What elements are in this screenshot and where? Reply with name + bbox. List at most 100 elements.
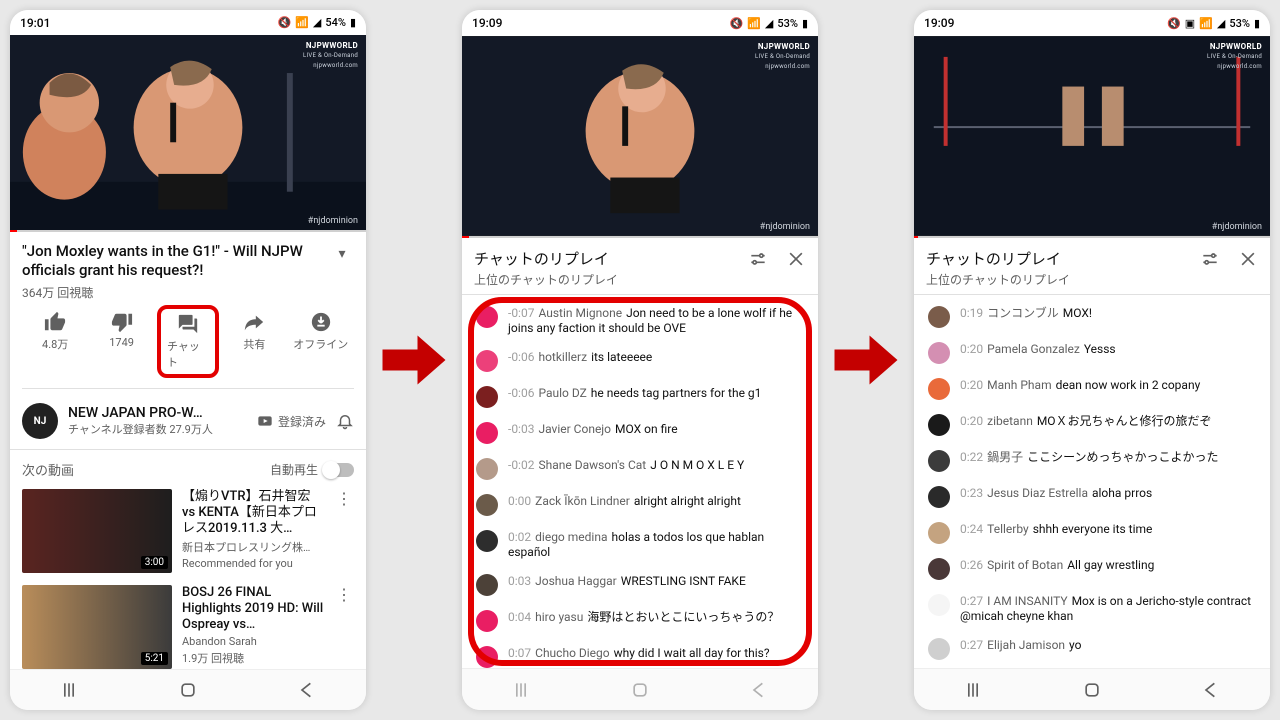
recents-icon[interactable] xyxy=(59,680,79,700)
chat-message: 0:24Tellerbyshhh everyone its time xyxy=(914,515,1270,551)
android-navbar xyxy=(462,668,818,710)
chat-avatar xyxy=(928,558,950,580)
status-time: 19:09 xyxy=(472,16,502,30)
recents-icon[interactable] xyxy=(963,680,983,700)
notifications-icon[interactable] xyxy=(336,412,354,430)
chat-message: 0:23Jesus Diaz Estrellaaloha prros xyxy=(914,479,1270,515)
chat-avatar xyxy=(928,378,950,400)
download-icon xyxy=(310,311,332,333)
dislike-button[interactable]: 1749 xyxy=(91,311,153,378)
channel-row[interactable]: NJ NEW JAPAN PRO-W… チャンネル登録者数 27.9万人 登録済… xyxy=(10,393,366,450)
status-icons: 🔇 📶 ◢ 54% ▮ xyxy=(277,16,356,29)
chat-timestamp: 0:07 xyxy=(508,646,531,660)
rec-duration: 3:00 xyxy=(141,556,168,569)
chat-avatar xyxy=(476,306,498,328)
chat-timestamp: 0:26 xyxy=(960,558,983,572)
chat-text: J O N M O X L E Y xyxy=(650,458,744,472)
chat-timestamp: 0:19 xyxy=(960,306,983,320)
chat-icon xyxy=(177,313,199,335)
channel-avatar: NJ xyxy=(22,403,58,439)
battery-text: 54% xyxy=(325,16,346,29)
rec-more-icon[interactable]: ⋮ xyxy=(334,585,354,669)
home-icon[interactable] xyxy=(630,680,650,700)
chat-author: diego medina xyxy=(535,530,607,544)
chat-timestamp: -0:02 xyxy=(508,458,534,472)
status-time: 19:01 xyxy=(20,16,50,30)
channel-name: NEW JAPAN PRO-W… xyxy=(68,405,247,421)
chat-message-list[interactable]: -0:07Austin MignoneJon need to be a lone… xyxy=(462,295,818,668)
chat-message: 0:03Joshua HaggarWRESTLING ISNT FAKE xyxy=(462,567,818,603)
back-icon[interactable] xyxy=(1201,680,1221,700)
chat-timestamp: 0:23 xyxy=(960,486,983,500)
chat-text: All gay wrestling xyxy=(1067,558,1154,572)
rec-thumbnail: 3:00 xyxy=(22,489,172,573)
recents-icon[interactable] xyxy=(511,680,531,700)
chat-text: alright alright alright xyxy=(634,494,741,508)
chat-text: yo xyxy=(1069,638,1081,652)
share-button[interactable]: 共有 xyxy=(223,311,285,378)
status-bar: 19:01 🔇 📶 ◢ 54% ▮ xyxy=(10,10,366,35)
status-icons: 🔇 📶 ◢ 53% ▮ xyxy=(729,17,808,30)
chat-text: he needs tag partners for the g1 xyxy=(591,386,762,400)
chat-message: 0:27Elijah Jamisonyo xyxy=(914,631,1270,667)
chat-avatar xyxy=(476,494,498,516)
chat-author: Shane Dawson's Cat xyxy=(538,458,646,472)
video-player[interactable]: NJPWWORLDLIVE & On-Demandnjpwworld.com #… xyxy=(462,36,818,236)
like-button[interactable]: 4.8万 xyxy=(24,311,86,378)
chat-author: 鍋男子 xyxy=(987,450,1023,464)
close-chat-icon[interactable] xyxy=(1238,249,1258,269)
expand-description-button[interactable]: ▾ xyxy=(330,242,354,262)
chat-timestamp: 0:04 xyxy=(508,610,531,624)
video-player[interactable]: NJPWWORLD LIVE & On-Demand njpwworld.com… xyxy=(10,35,366,230)
autoplay-toggle[interactable]: 自動再生 xyxy=(270,461,354,478)
share-icon xyxy=(243,311,265,333)
wifi-icon: 📶 xyxy=(747,17,761,30)
home-icon[interactable] xyxy=(1082,680,1102,700)
chat-author: hotkillerz xyxy=(538,350,587,364)
phone-screenshot-1: 19:01 🔇 📶 ◢ 54% ▮ NJPWWORLD LIVE & On-De… xyxy=(10,10,366,710)
toggle-switch-icon xyxy=(324,463,354,477)
chat-message: 0:00Zack Īkōn Lindneralright alright alr… xyxy=(462,487,818,523)
rec-thumbnail: 5:21 xyxy=(22,585,172,669)
status-bar: 19:09 🔇 📶 ◢ 53% ▮ xyxy=(462,10,818,36)
video-hashtag: #njdominion xyxy=(1212,222,1262,232)
back-icon[interactable] xyxy=(749,680,769,700)
chat-settings-icon[interactable] xyxy=(748,249,768,269)
subscribe-button[interactable]: 登録済み xyxy=(257,413,326,430)
chat-message: 0:22鍋男子ここシーンめっちゃかっこよかった xyxy=(914,443,1270,479)
chat-timestamp: -0:06 xyxy=(508,350,534,364)
chat-timestamp: 0:00 xyxy=(508,494,531,508)
video-player[interactable]: NJPWWORLDLIVE & On-Demandnjpwworld.com #… xyxy=(914,36,1270,236)
video-watermark: NJPWWORLDLIVE & On-Demandnjpwworld.com xyxy=(1207,42,1262,72)
phone-screenshot-3: 19:09 🔇 ▣ 📶 ◢ 53% ▮ NJPWWORLDLIVE & On-D… xyxy=(914,10,1270,710)
wifi-icon: 📶 xyxy=(295,16,309,29)
live-chat-button[interactable]: チャット xyxy=(157,305,219,378)
chat-text: ここシーンめっちゃかっこよかった xyxy=(1027,450,1218,464)
chat-header: チャットのリプレイ 上位のチャットのリプレイ xyxy=(914,238,1270,295)
recommended-item[interactable]: 5:21 BOSJ 26 FINAL Highlights 2019 HD: W… xyxy=(22,585,354,669)
thumbs-down-icon xyxy=(111,311,133,333)
download-button[interactable]: オフライン xyxy=(290,311,352,378)
rec-title: 【煽りVTR】石井智宏 vs KENTA【新日本プロレス2019.11.3 大… xyxy=(182,489,324,537)
chat-message: 0:19コンコンブルMOX! xyxy=(914,299,1270,335)
chat-author: Chucho Diego xyxy=(535,646,609,660)
chat-settings-icon[interactable] xyxy=(1200,249,1220,269)
chat-title: チャットのリプレイ xyxy=(474,248,748,269)
chat-avatar xyxy=(928,594,950,616)
chat-text: 海野はとおいとこにいっちゃうの？ xyxy=(587,610,779,624)
chat-timestamp: 0:20 xyxy=(960,342,983,356)
chat-subtitle: 上位のチャットのリプレイ xyxy=(474,271,806,288)
home-icon[interactable] xyxy=(178,680,198,700)
chat-timestamp: -0:06 xyxy=(508,386,534,400)
chat-text: why did I wait all day for this? xyxy=(614,646,770,660)
chat-author: Paulo DZ xyxy=(538,386,586,400)
chat-message: 0:20Pamela GonzalezYesss xyxy=(914,335,1270,371)
rec-more-icon[interactable]: ⋮ xyxy=(334,489,354,573)
chat-message-list[interactable]: 0:19コンコンブルMOX! 0:20Pamela GonzalezYesss … xyxy=(914,295,1270,668)
rec-duration: 5:21 xyxy=(141,652,168,665)
back-icon[interactable] xyxy=(297,680,317,700)
recommended-item[interactable]: 3:00 【煽りVTR】石井智宏 vs KENTA【新日本プロレス2019.11… xyxy=(22,489,354,573)
close-chat-icon[interactable] xyxy=(786,249,806,269)
chat-timestamp: 0:20 xyxy=(960,378,983,392)
chat-avatar xyxy=(928,306,950,328)
